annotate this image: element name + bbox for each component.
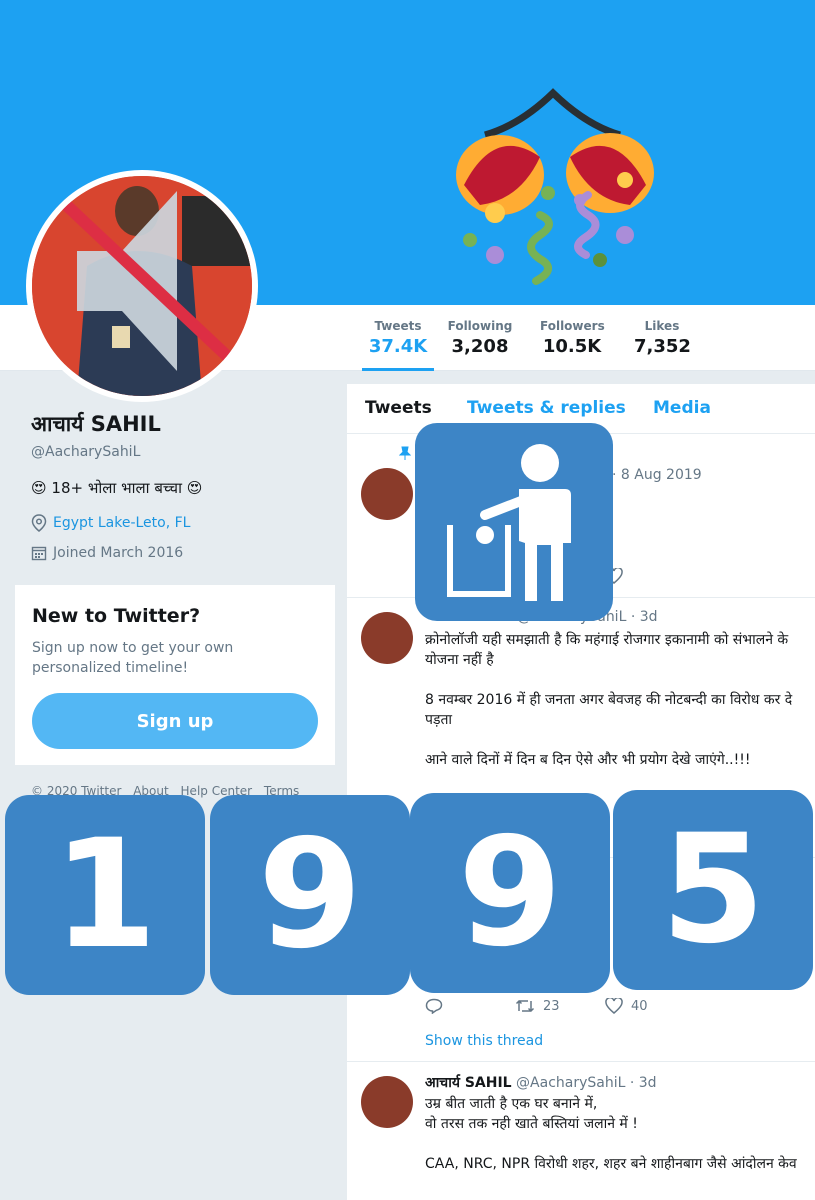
profile-joined: Joined March 2016 bbox=[31, 545, 183, 561]
stat-label: Following bbox=[447, 319, 513, 333]
party-popper-icon bbox=[456, 88, 654, 285]
location-pin-icon bbox=[31, 514, 47, 532]
muted-speaker-icon bbox=[56, 191, 233, 371]
tweet-avatar[interactable] bbox=[361, 468, 413, 520]
tweet-header: आचार्य SAHIL @AacharySahiL · 3d bbox=[425, 1073, 657, 1092]
stat-tweets[interactable]: Tweets 37.4K bbox=[362, 319, 434, 371]
stat-label: Followers bbox=[540, 319, 605, 333]
new-to-twitter-card: New to Twitter? Sign up now to get your … bbox=[15, 585, 335, 765]
joined-text: Joined March 2016 bbox=[53, 545, 184, 561]
stat-likes[interactable]: Likes 7,352 bbox=[634, 319, 691, 357]
reply-icon bbox=[425, 998, 443, 1014]
tweet-avatar[interactable] bbox=[361, 612, 413, 664]
litter-in-bin-icon bbox=[447, 444, 571, 601]
profile-name: आचार्य SAHIL bbox=[31, 412, 161, 436]
retweet-icon bbox=[515, 999, 535, 1013]
profile-bio: 😍 18+ भोला भाला बच्चा 😍 bbox=[31, 479, 203, 497]
retweet-action[interactable]: 23 bbox=[515, 998, 605, 1014]
digit-tile-2: 9 bbox=[210, 795, 410, 995]
stat-value: 10.5K bbox=[542, 336, 602, 357]
stat-label: Tweets bbox=[374, 319, 422, 333]
tab-media[interactable]: Media bbox=[653, 398, 711, 418]
tweet-text: उम्र बीत जाती है एक घर बनाने में, वो तरस… bbox=[425, 1096, 797, 1172]
like-count: 40 bbox=[631, 998, 648, 1014]
profile-handle: @AacharySahiL bbox=[31, 444, 141, 460]
signup-button[interactable]: Sign up bbox=[32, 693, 318, 749]
digit-tile-3: 9 bbox=[410, 793, 610, 993]
profile-avatar[interactable] bbox=[26, 170, 258, 402]
show-thread-link[interactable]: Show this thread bbox=[425, 1033, 543, 1049]
litter-bin-tile bbox=[415, 423, 613, 621]
profile-location[interactable]: Egypt Lake-Leto, FL bbox=[31, 514, 190, 532]
card-title: New to Twitter? bbox=[32, 605, 201, 627]
tweet-avatar[interactable] bbox=[361, 1076, 413, 1128]
stat-value: 7,352 bbox=[634, 336, 691, 357]
tweet-actions: 23 40 bbox=[425, 998, 695, 1014]
calendar-icon bbox=[31, 546, 47, 561]
tab-tweets-replies[interactable]: Tweets & replies bbox=[467, 398, 626, 418]
tab-tweets[interactable]: Tweets bbox=[365, 398, 432, 418]
digit-tile-1: 1 bbox=[5, 795, 205, 995]
location-text[interactable]: Egypt Lake-Leto, FL bbox=[53, 515, 190, 531]
pin-icon bbox=[399, 446, 411, 460]
tweet-author[interactable]: आचार्य SAHIL bbox=[425, 1075, 512, 1091]
like-action[interactable]: 40 bbox=[605, 998, 695, 1014]
digit-tile-4: 5 bbox=[613, 790, 813, 990]
card-text: Sign up now to get your own personalized… bbox=[32, 640, 234, 676]
stat-followers[interactable]: Followers 10.5K bbox=[540, 319, 605, 357]
retweet-count: 23 bbox=[543, 998, 560, 1014]
stat-label: Likes bbox=[644, 319, 680, 333]
tweet-3[interactable]: आचार्य SAHIL @AacharySahiL · 3d उम्र बीत… bbox=[347, 1062, 815, 1200]
reply-action[interactable] bbox=[425, 998, 515, 1014]
stat-value: 37.4K bbox=[368, 336, 428, 357]
tweet-text: क्रोनोलॉजी यही समझाती है कि महंगाई रोजगा… bbox=[425, 632, 793, 768]
tweet-meta: @AacharySahiL · 3d bbox=[516, 1075, 657, 1091]
heart-icon bbox=[605, 998, 623, 1014]
stat-following[interactable]: Following 3,208 bbox=[446, 319, 514, 357]
stat-value: 3,208 bbox=[451, 336, 509, 357]
